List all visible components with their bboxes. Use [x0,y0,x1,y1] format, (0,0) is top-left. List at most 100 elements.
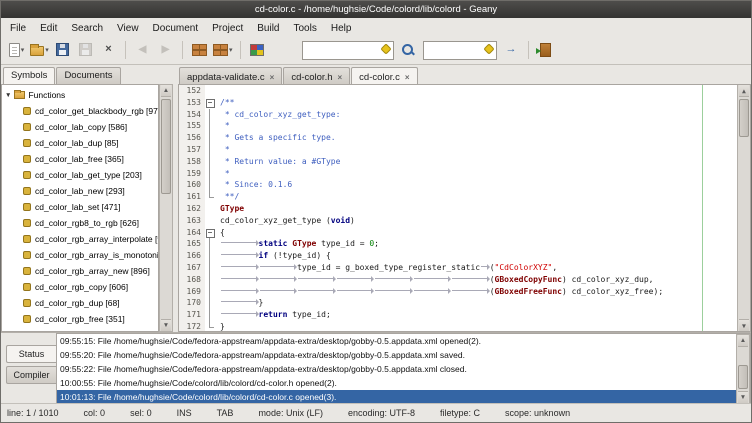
line-number[interactable]: 159 [179,168,205,180]
expander-icon[interactable]: ▼ [5,92,11,99]
code-line[interactable]: 168 (GBoxedCopyFunc) cd_color_xyz_dup, [179,274,736,286]
line-number[interactable]: 156 [179,132,205,144]
menu-item[interactable]: Edit [33,21,64,34]
line-number[interactable]: 158 [179,156,205,168]
chevron-down-icon[interactable]: ▾ [229,46,233,54]
scrollbar-thumb[interactable] [161,99,171,194]
symbol-item[interactable]: cd_color_lab_get_type [203] [2,167,158,183]
symbol-item[interactable]: cd_color_rgb_dup [68] [2,295,158,311]
tab-close-icon[interactable]: × [338,73,343,82]
open-file-button[interactable]: ▾ [28,38,51,62]
scroll-down-icon[interactable]: ▼ [738,391,748,403]
code-line[interactable]: 157 * [179,144,736,156]
document-tab[interactable]: cd-color.h × [283,67,350,84]
fold-marker[interactable] [205,168,217,180]
code-line[interactable]: 156 * Gets a specific type. [179,132,736,144]
fold-marker[interactable] [205,109,217,121]
find-button[interactable] [397,38,420,62]
scrollbar-thumb[interactable] [738,365,748,389]
menu-item[interactable]: Search [64,21,110,34]
line-number[interactable]: 167 [179,262,205,274]
save-all-button[interactable] [74,38,97,62]
line-number[interactable]: 169 [179,286,205,298]
symbol-item[interactable]: cd_color_rgb8_to_rgb [626] [2,215,158,231]
code-line[interactable]: 158 * Return value: a #GType [179,156,736,168]
scroll-up-icon[interactable]: ▲ [738,335,748,347]
line-number[interactable]: 168 [179,274,205,286]
symbol-item[interactable]: cd_color_lab_dup [85] [2,135,158,151]
chevron-down-icon[interactable]: ▾ [45,46,49,54]
code-line[interactable]: 167 type_id = g_boxed_type_register_stat… [179,262,736,274]
code-line[interactable]: 172 } [179,321,736,331]
code-line[interactable]: 171 return type_id; [179,309,736,321]
navigate-forward-button[interactable]: ▶ [154,38,177,62]
code-line[interactable]: 160 * Since: 0.1.6 [179,179,736,191]
titlebar[interactable]: cd-color.c - /home/hughsie/Code/colord/l… [1,1,751,18]
fold-marker[interactable] [205,179,217,191]
sidebar-tab[interactable]: Documents [56,67,120,84]
symbol-item[interactable]: cd_color_rgb_array_new [896] [2,263,158,279]
line-number[interactable]: 160 [179,179,205,191]
message-row[interactable]: 09:55:22: File /home/hughsie/Code/fedora… [57,362,737,376]
fold-marker[interactable] [205,120,217,132]
goto-line-button[interactable]: → [500,38,523,62]
fold-marker[interactable] [205,132,217,144]
code-line[interactable]: 155 * [179,120,736,132]
code-line[interactable]: 163 cd_color_xyz_get_type (void) [179,215,736,227]
line-number[interactable]: 155 [179,120,205,132]
editor[interactable]: 152 153 /** 154 [178,84,751,332]
menu-item[interactable]: Build [250,21,286,34]
message-row[interactable]: 10:01:13: File /home/hughsie/Code/colord… [57,390,737,404]
fold-marker[interactable] [205,97,217,109]
fold-marker[interactable] [205,286,217,298]
message-scrollbar[interactable]: ▲ ▼ [736,334,750,404]
scroll-down-icon[interactable]: ▼ [161,319,171,331]
line-number[interactable]: 172 [179,321,205,331]
code-line[interactable]: 162 GType [179,203,736,215]
fold-marker[interactable] [205,321,217,331]
line-number[interactable]: 166 [179,250,205,262]
menu-item[interactable]: Tools [287,21,324,34]
menu-item[interactable]: View [110,21,146,34]
code-line[interactable]: 165 static GType type_id = 0; [179,238,736,250]
build-button[interactable]: ▾ [211,38,235,62]
message-row[interactable]: 10:00:55: File /home/hughsie/Code/colord… [57,376,737,390]
symbol-item[interactable]: cd_color_lab_set [471] [2,199,158,215]
code-line[interactable]: 161 **/ [179,191,736,203]
code-line[interactable]: 164 { [179,227,736,239]
fold-marker[interactable] [205,274,217,286]
scroll-up-icon[interactable]: ▲ [739,85,749,97]
fold-marker[interactable] [205,215,217,227]
document-tab[interactable]: appdata-validate.c × [179,67,282,84]
fold-marker[interactable] [205,191,217,203]
message-tab[interactable]: Compiler [6,366,56,384]
symbol-item[interactable]: cd_color_lab_new [293] [2,183,158,199]
code-line[interactable]: 169 (GBoxedFreeFunc) cd_color_xyz_free); [179,286,736,298]
menu-item[interactable]: Document [146,21,206,34]
line-number[interactable]: 157 [179,144,205,156]
line-number[interactable]: 153 [179,97,205,109]
document-tab[interactable]: cd-color.c × [351,67,417,84]
fold-marker[interactable] [205,85,217,97]
symbol-item[interactable]: cd_color_rgb_copy [606] [2,279,158,295]
code-line[interactable]: 152 [179,85,736,97]
line-number[interactable]: 170 [179,297,205,309]
menu-item[interactable]: Project [205,21,250,34]
fold-marker[interactable] [205,309,217,321]
sidebar-tab[interactable]: Symbols [3,67,55,84]
tab-close-icon[interactable]: × [270,73,275,82]
quit-button[interactable] [534,38,557,62]
line-number[interactable]: 163 [179,215,205,227]
editor-scrollbar[interactable]: ▲ ▼ [737,84,751,332]
code-line[interactable]: 166 if (!type_id) { [179,250,736,262]
line-number[interactable]: 165 [179,238,205,250]
code-line[interactable]: 159 * [179,168,736,180]
sidebar-scrollbar[interactable]: ▲ ▼ [159,84,173,332]
message-tab[interactable]: Status [6,345,56,363]
line-number[interactable]: 152 [179,85,205,97]
color-chooser-button[interactable] [246,38,269,62]
line-number[interactable]: 162 [179,203,205,215]
line-number[interactable]: 154 [179,109,205,121]
line-number[interactable]: 161 [179,191,205,203]
close-document-button[interactable]: × [97,38,120,62]
